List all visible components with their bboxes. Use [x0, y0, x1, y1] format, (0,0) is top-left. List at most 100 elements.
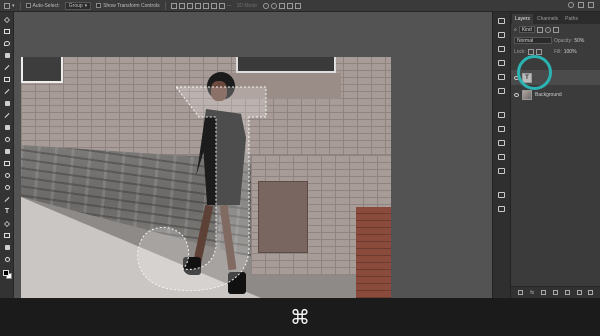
- 3d-mode-label: 3D Mode:: [236, 2, 259, 9]
- auto-select-dropdown[interactable]: Group ▾: [64, 1, 92, 10]
- character-panel-icon[interactable]: [498, 74, 506, 81]
- tab-paths[interactable]: Paths: [562, 14, 581, 24]
- adjustments-panel-icon[interactable]: [498, 88, 506, 95]
- layer-row-background[interactable]: Background: [511, 87, 600, 102]
- link-layers-icon[interactable]: [518, 290, 524, 295]
- share-icon[interactable]: [588, 2, 594, 8]
- options-bar: ▾ Auto-Select: Group ▾ Show Transform Con…: [0, 0, 600, 12]
- 3d-roll-icon[interactable]: [271, 2, 278, 9]
- swatches-panel-icon[interactable]: [498, 140, 506, 147]
- new-layer-icon[interactable]: [576, 290, 582, 295]
- filter-adjustment-icon[interactable]: [544, 26, 551, 33]
- tab-channels[interactable]: Channels: [534, 14, 561, 24]
- color-panel-icon[interactable]: [498, 126, 506, 133]
- zoom-tool-icon[interactable]: [3, 256, 11, 263]
- info-panel-icon[interactable]: [498, 192, 506, 199]
- history-brush-tool-icon[interactable]: [3, 136, 11, 143]
- eraser-tool-icon[interactable]: [3, 148, 11, 155]
- 3d-slide-icon[interactable]: [287, 2, 294, 9]
- checkbox-icon: [25, 3, 31, 8]
- layers-panel-footer: fx: [511, 286, 600, 298]
- type-tool-icon[interactable]: T: [3, 208, 11, 215]
- show-transform-controls-checkbox[interactable]: Show Transform Controls: [96, 3, 160, 9]
- distribute-icon[interactable]: [218, 2, 225, 9]
- play-action-icon[interactable]: [498, 46, 506, 53]
- divider: [164, 1, 166, 10]
- panel-tabs: Layers Channels Paths: [511, 12, 600, 24]
- blend-opacity-row: Normal Opacity: 50%: [511, 35, 600, 46]
- filter-kind-dropdown[interactable]: Kind: [518, 26, 535, 33]
- background-layer-thumbnail: [522, 89, 532, 100]
- lock-pixels-icon[interactable]: [527, 48, 534, 55]
- properties-panel-icon[interactable]: [498, 32, 506, 39]
- align-bottom-icon[interactable]: [210, 2, 217, 9]
- dodge-tool-icon[interactable]: [3, 184, 11, 191]
- 3d-pan-icon[interactable]: [279, 2, 286, 9]
- 3d-mode-controls: [263, 2, 302, 9]
- align-middle-icon[interactable]: [202, 2, 209, 9]
- filter-pixel-icon[interactable]: [536, 26, 543, 33]
- path-select-tool-icon[interactable]: [3, 220, 11, 227]
- brush-tool-icon[interactable]: [3, 112, 11, 119]
- panel-icon-dock: [492, 12, 510, 298]
- shape-tool-icon[interactable]: [3, 232, 11, 239]
- move-tool-icon[interactable]: [3, 16, 11, 23]
- trash-icon[interactable]: [588, 290, 594, 295]
- command-key-symbol: ⌘: [290, 305, 310, 329]
- crop-tool-icon[interactable]: [3, 64, 11, 71]
- lock-label: Lock:: [514, 48, 526, 55]
- search-icon[interactable]: [568, 2, 574, 8]
- 3d-rotate-icon[interactable]: [263, 2, 270, 9]
- align-buttons[interactable]: ···: [170, 2, 232, 9]
- 3d-scale-icon[interactable]: [295, 2, 302, 9]
- opacity-value[interactable]: 50%: [574, 38, 584, 44]
- lasso-tool-icon[interactable]: [3, 40, 11, 47]
- new-group-icon[interactable]: [564, 290, 570, 295]
- frame-tool-icon[interactable]: [3, 76, 11, 83]
- history-panel-icon[interactable]: [498, 18, 506, 25]
- workspace-icon[interactable]: [578, 2, 584, 8]
- keyboard-shortcut-bar: ⌘: [0, 298, 600, 336]
- healing-tool-icon[interactable]: [3, 100, 11, 107]
- move-tool-preset[interactable]: ▾: [4, 2, 15, 9]
- gradient-tool-icon[interactable]: [3, 160, 11, 167]
- auto-select-checkbox[interactable]: Auto-Select:: [25, 3, 60, 9]
- align-center-icon[interactable]: [178, 2, 185, 9]
- foreground-color-swatch[interactable]: [3, 270, 9, 276]
- opacity-label: Opacity:: [554, 37, 573, 44]
- layers-panel: Layers Channels Paths ⌕ Kind Normal Opac…: [510, 12, 600, 298]
- marquee-tool-icon[interactable]: [3, 28, 11, 35]
- adjustment-layer-icon[interactable]: [552, 290, 558, 295]
- pen-tool-icon[interactable]: [3, 196, 11, 203]
- align-top-icon[interactable]: [194, 2, 201, 9]
- document-canvas[interactable]: [21, 57, 391, 298]
- align-left-icon[interactable]: [170, 2, 177, 9]
- fill-label: Fill:: [553, 48, 562, 55]
- paragraph-panel-icon[interactable]: [498, 154, 506, 161]
- blend-mode-dropdown[interactable]: Normal: [514, 37, 552, 44]
- eye-icon[interactable]: [514, 92, 519, 97]
- hand-tool-icon[interactable]: [3, 244, 11, 251]
- stamp-tool-icon[interactable]: [3, 124, 11, 131]
- libraries-panel-icon[interactable]: [498, 168, 506, 175]
- fx-button[interactable]: fx: [530, 290, 534, 296]
- navigator-panel-icon[interactable]: [498, 206, 506, 213]
- tool-presets-icon[interactable]: [498, 112, 506, 119]
- layer-name: Background: [535, 91, 562, 98]
- add-mask-icon[interactable]: [541, 290, 547, 295]
- chevron-down-icon: ▾: [84, 2, 88, 9]
- lock-position-icon[interactable]: [535, 48, 542, 55]
- filter-type-icon[interactable]: [552, 26, 559, 33]
- highlight-circle: [517, 55, 552, 90]
- quick-select-tool-icon[interactable]: [3, 52, 11, 59]
- tab-layers[interactable]: Layers: [512, 14, 534, 24]
- brush-panel-icon[interactable]: [498, 60, 506, 67]
- type-mask-selection: [137, 86, 267, 292]
- fill-value[interactable]: 100%: [564, 49, 577, 55]
- blur-tool-icon[interactable]: [3, 172, 11, 179]
- letter-j-shape: [137, 86, 267, 292]
- eyedropper-tool-icon[interactable]: [3, 88, 11, 95]
- search-icon: ⌕: [514, 26, 517, 33]
- tools-panel: T: [0, 12, 14, 298]
- align-right-icon[interactable]: [186, 2, 193, 9]
